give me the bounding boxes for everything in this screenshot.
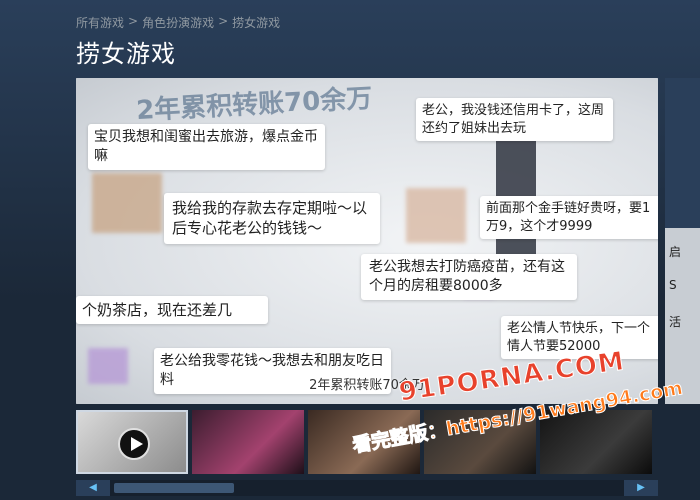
chat-bubble: 前面那个金手链好贵呀，要1万9，这个才9999 [480, 196, 658, 240]
side-panel-header [665, 78, 700, 228]
thumbnail-video[interactable] [76, 410, 188, 474]
breadcrumb-current[interactable]: 捞女游戏 [232, 14, 280, 31]
side-panel-text: 活 [669, 315, 682, 329]
side-panel-preview[interactable]: 启 S 活 [665, 78, 700, 404]
side-panel-text: 启 [669, 245, 682, 259]
thumbnail-screenshot[interactable] [192, 410, 304, 474]
blurred-image [92, 173, 162, 233]
side-panel-text: S [669, 278, 677, 292]
scroll-right-icon[interactable]: ▶ [624, 480, 658, 496]
breadcrumb: 所有游戏 > 角色扮演游戏 > 捞女游戏 [76, 14, 280, 31]
play-icon [118, 428, 150, 460]
chat-bubble: 我给我的存款去存定期啦～以后专心花老公的钱钱～ [164, 193, 380, 244]
chat-bubble: 老公我想去打防癌疫苗，还有这个月的房租要8000多 [361, 254, 577, 300]
chat-bubble: 宝贝我想和闺蜜出去旅游，爆点金币嘛 [88, 124, 325, 170]
scroll-left-icon[interactable]: ◀ [76, 480, 110, 496]
breadcrumb-separator: > [128, 14, 139, 28]
breadcrumb-all-games[interactable]: 所有游戏 [76, 14, 124, 31]
page-title: 捞女游戏 [76, 40, 176, 68]
breadcrumb-separator: > [218, 14, 229, 28]
blurred-image [406, 188, 466, 243]
chat-bubble: 老公，我没钱还信用卡了，这周还约了姐妹出去玩 [416, 98, 613, 142]
scroll-thumb[interactable] [114, 483, 234, 493]
breadcrumb-rpg[interactable]: 角色扮演游戏 [142, 14, 214, 31]
chat-bubble: 个奶茶店，现在还差几 [76, 296, 268, 325]
thumbnail-scrollbar[interactable]: ◀ ▶ [76, 480, 658, 496]
